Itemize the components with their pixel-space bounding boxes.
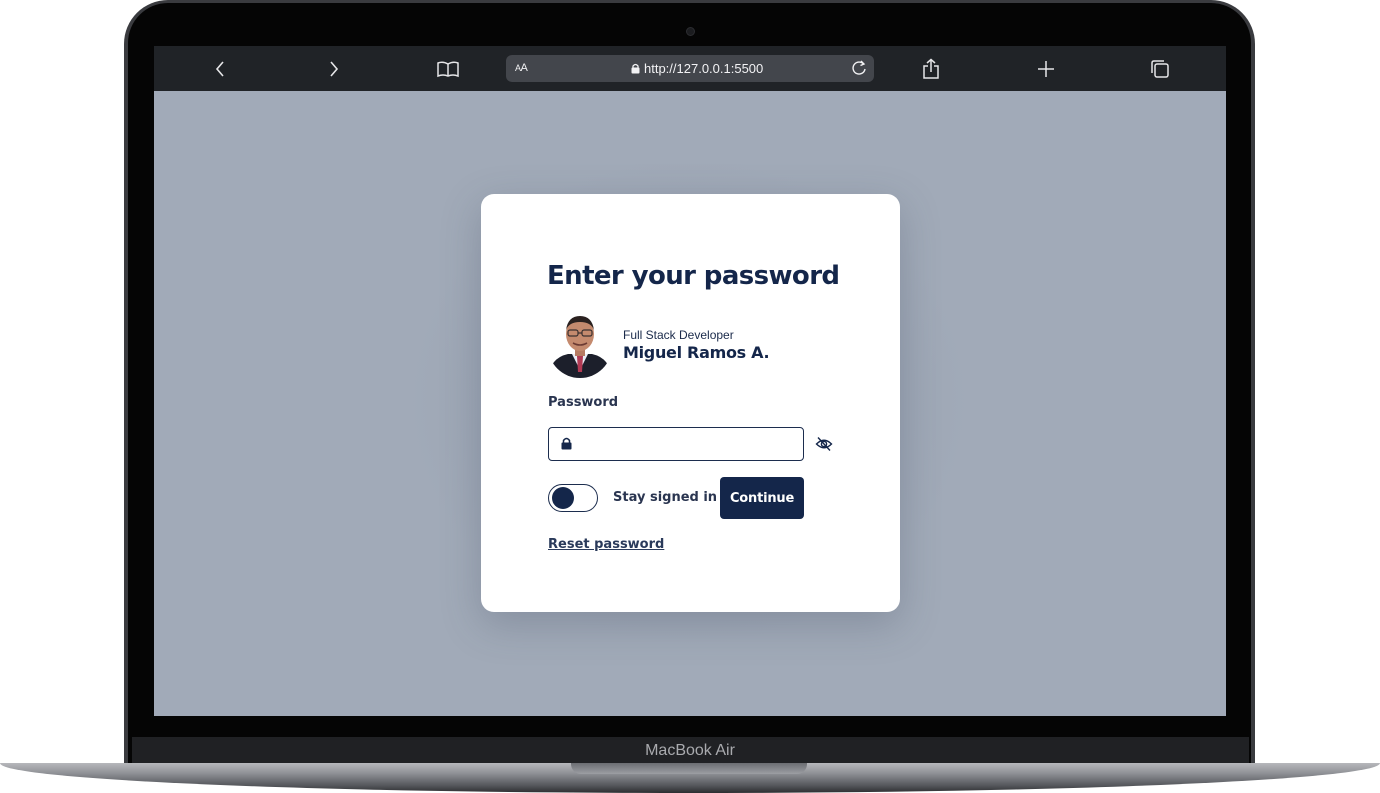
url-display[interactable]: http://127.0.0.1:5500 (631, 61, 763, 76)
tabs-icon (1151, 59, 1169, 78)
lock-icon (561, 437, 572, 450)
page-title: Enter your password (547, 261, 840, 291)
user-name: Miguel Ramos A. (623, 343, 770, 362)
browser-toolbar: AA http://127.0.0.1:5500 (154, 46, 1226, 91)
new-tab-button[interactable] (1026, 46, 1066, 91)
share-icon (923, 58, 939, 79)
chevron-right-icon (330, 60, 339, 77)
forward-button[interactable] (314, 46, 354, 91)
reset-password-link[interactable]: Reset password (548, 537, 664, 552)
password-label: Password (548, 395, 619, 410)
text-size-button[interactable]: AA (515, 62, 528, 74)
password-input[interactable] (581, 428, 795, 462)
back-button[interactable] (200, 46, 240, 91)
eye-off-icon[interactable] (815, 435, 833, 453)
bookmarks-button[interactable] (428, 46, 468, 91)
continue-button[interactable]: Continue (720, 477, 804, 519)
password-field[interactable] (548, 427, 804, 462)
avatar (548, 310, 612, 378)
lock-icon (631, 63, 640, 74)
stay-signed-in-toggle[interactable] (548, 484, 598, 512)
text-size-large-label: A (520, 62, 528, 74)
login-card: Enter your password Full Stack Developer… (481, 194, 900, 612)
address-bar[interactable]: AA http://127.0.0.1:5500 (506, 55, 874, 82)
camera-icon (686, 27, 695, 36)
browser-screen: AA http://127.0.0.1:5500 Enter your pass… (154, 46, 1226, 716)
tabs-overview-button[interactable] (1140, 46, 1180, 91)
user-photo (548, 310, 612, 378)
share-button[interactable] (911, 46, 951, 91)
toggle-knob (552, 487, 574, 509)
stay-signed-in-label: Stay signed in (613, 490, 718, 505)
url-text: http://127.0.0.1:5500 (644, 61, 764, 76)
plus-icon (1038, 60, 1054, 77)
reload-icon[interactable] (850, 59, 868, 77)
laptop-notch (571, 763, 807, 774)
user-role: Full Stack Developer (623, 328, 734, 342)
chevron-left-icon (215, 60, 224, 77)
device-model-label: MacBook Air (645, 742, 735, 759)
book-icon (437, 60, 459, 77)
